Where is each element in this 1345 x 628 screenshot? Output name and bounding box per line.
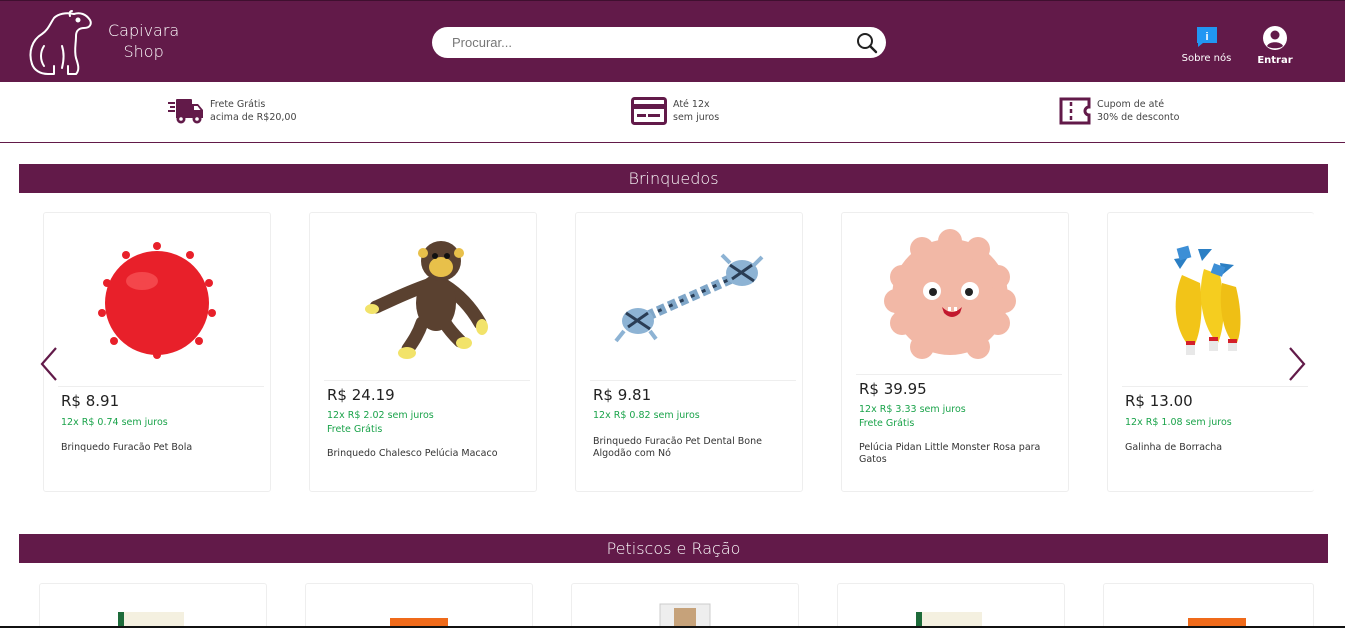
- about-link[interactable]: i Sobre nós: [1179, 25, 1234, 64]
- product-price: R$ 9.81: [593, 386, 652, 404]
- search-icon[interactable]: [856, 32, 878, 54]
- brand-line-2: Shop: [123, 42, 164, 61]
- benefit-line-1: Cupom de até: [1097, 99, 1165, 110]
- search-input[interactable]: [452, 33, 852, 52]
- product-name[interactable]: Pelúcia Pidan Little Monster Rosa para G…: [859, 442, 1055, 466]
- benefit-free-shipping: Frete Grátis acima de R$20,00: [168, 96, 297, 126]
- brand-name[interactable]: Capivara Shop: [108, 20, 179, 62]
- site-header: Capivara Shop i Sobre nós Entrar: [0, 0, 1345, 82]
- product-shipping: Frete Grátis: [327, 424, 383, 435]
- product-name[interactable]: Galinha de Borracha: [1125, 442, 1314, 454]
- info-chat-icon: i: [1196, 27, 1217, 47]
- section-title-toys: Brinquedos: [19, 164, 1328, 193]
- benefit-line-1: Frete Grátis: [210, 99, 266, 110]
- product-image: [1188, 618, 1246, 628]
- product-image: [365, 241, 488, 359]
- product-image: [1174, 245, 1241, 355]
- product-price: R$ 24.19: [327, 386, 395, 404]
- user-account-icon: [1263, 26, 1287, 50]
- search-bar: [432, 27, 886, 58]
- benefit-coupon: Cupom de até 30% de desconto: [1059, 96, 1179, 126]
- product-price: R$ 39.95: [859, 380, 927, 398]
- product-image: [614, 253, 764, 343]
- product-card[interactable]: R$ 39.95 12x R$ 3.33 sem juros Frete Grá…: [841, 212, 1069, 492]
- product-image: [884, 612, 984, 628]
- product-card[interactable]: [1103, 583, 1314, 628]
- toys-carousel: R$ 8.91 12x R$ 0.74 sem juros Brinquedo …: [0, 212, 1345, 494]
- product-card[interactable]: R$ 8.91 12x R$ 0.74 sem juros Brinquedo …: [43, 212, 271, 492]
- card-divider: [324, 380, 530, 381]
- capybara-logo-icon[interactable]: [24, 6, 96, 78]
- benefit-line-1: Até 12x: [673, 99, 710, 110]
- svg-text:i: i: [1205, 31, 1208, 43]
- benefit-installments: Até 12x sem juros: [631, 96, 719, 126]
- product-card[interactable]: R$ 24.19 12x R$ 2.02 sem juros Frete Grá…: [309, 212, 537, 492]
- product-name[interactable]: Brinquedo Furacão Pet Dental Bone Algodã…: [593, 436, 789, 460]
- product-installments: 12x R$ 0.82 sem juros: [593, 410, 700, 421]
- login-label: Entrar: [1257, 55, 1293, 66]
- benefit-line-2: sem juros: [673, 112, 720, 123]
- brand-line-1: Capivara: [108, 21, 180, 40]
- card-divider: [856, 374, 1062, 375]
- card-divider: [590, 380, 796, 381]
- product-card[interactable]: R$ 9.81 12x R$ 0.82 sem juros Brinquedo …: [575, 212, 803, 492]
- chevron-right-icon[interactable]: [1286, 346, 1308, 382]
- benefit-line-2: 30% de desconto: [1097, 112, 1180, 123]
- snacks-carousel: [0, 583, 1345, 628]
- section-title-snacks-food: Petiscos e Ração: [19, 534, 1328, 563]
- card-divider: [58, 386, 264, 387]
- product-card[interactable]: [39, 583, 267, 628]
- login-link[interactable]: Entrar: [1252, 25, 1298, 66]
- product-installments: 12x R$ 0.74 sem juros: [61, 417, 168, 428]
- product-installments: 12x R$ 3.33 sem juros: [859, 404, 966, 415]
- product-price: R$ 13.00: [1125, 392, 1193, 410]
- product-price: R$ 8.91: [61, 392, 120, 410]
- card-divider: [1122, 386, 1308, 387]
- product-card[interactable]: [571, 583, 799, 628]
- about-label: Sobre nós: [1181, 53, 1232, 64]
- product-installments: 12x R$ 2.02 sem juros: [327, 410, 434, 421]
- product-image: [326, 618, 448, 628]
- chevron-left-icon[interactable]: [38, 346, 60, 382]
- product-shipping: Frete Grátis: [859, 418, 915, 429]
- product-card[interactable]: [305, 583, 533, 628]
- coupon-icon: [1059, 97, 1091, 125]
- product-image: [884, 229, 1016, 359]
- product-name[interactable]: Brinquedo Furacão Pet Bola: [61, 442, 257, 454]
- benefit-line-2: acima de R$20,00: [210, 112, 297, 123]
- product-card[interactable]: [837, 583, 1065, 628]
- product-installments: 12x R$ 1.08 sem juros: [1125, 417, 1232, 428]
- delivery-truck-icon: [168, 99, 203, 124]
- benefits-bar: Frete Grátis acima de R$20,00 Até 12x se…: [0, 82, 1345, 143]
- product-card[interactable]: R$ 13.00 12x R$ 1.08 sem juros Galinha d…: [1107, 212, 1314, 492]
- credit-card-icon: [631, 97, 667, 125]
- product-image: [46, 612, 184, 628]
- product-name[interactable]: Brinquedo Chalesco Pelúcia Macaco: [327, 448, 523, 460]
- product-image: [98, 242, 216, 359]
- product-image: [659, 603, 711, 628]
